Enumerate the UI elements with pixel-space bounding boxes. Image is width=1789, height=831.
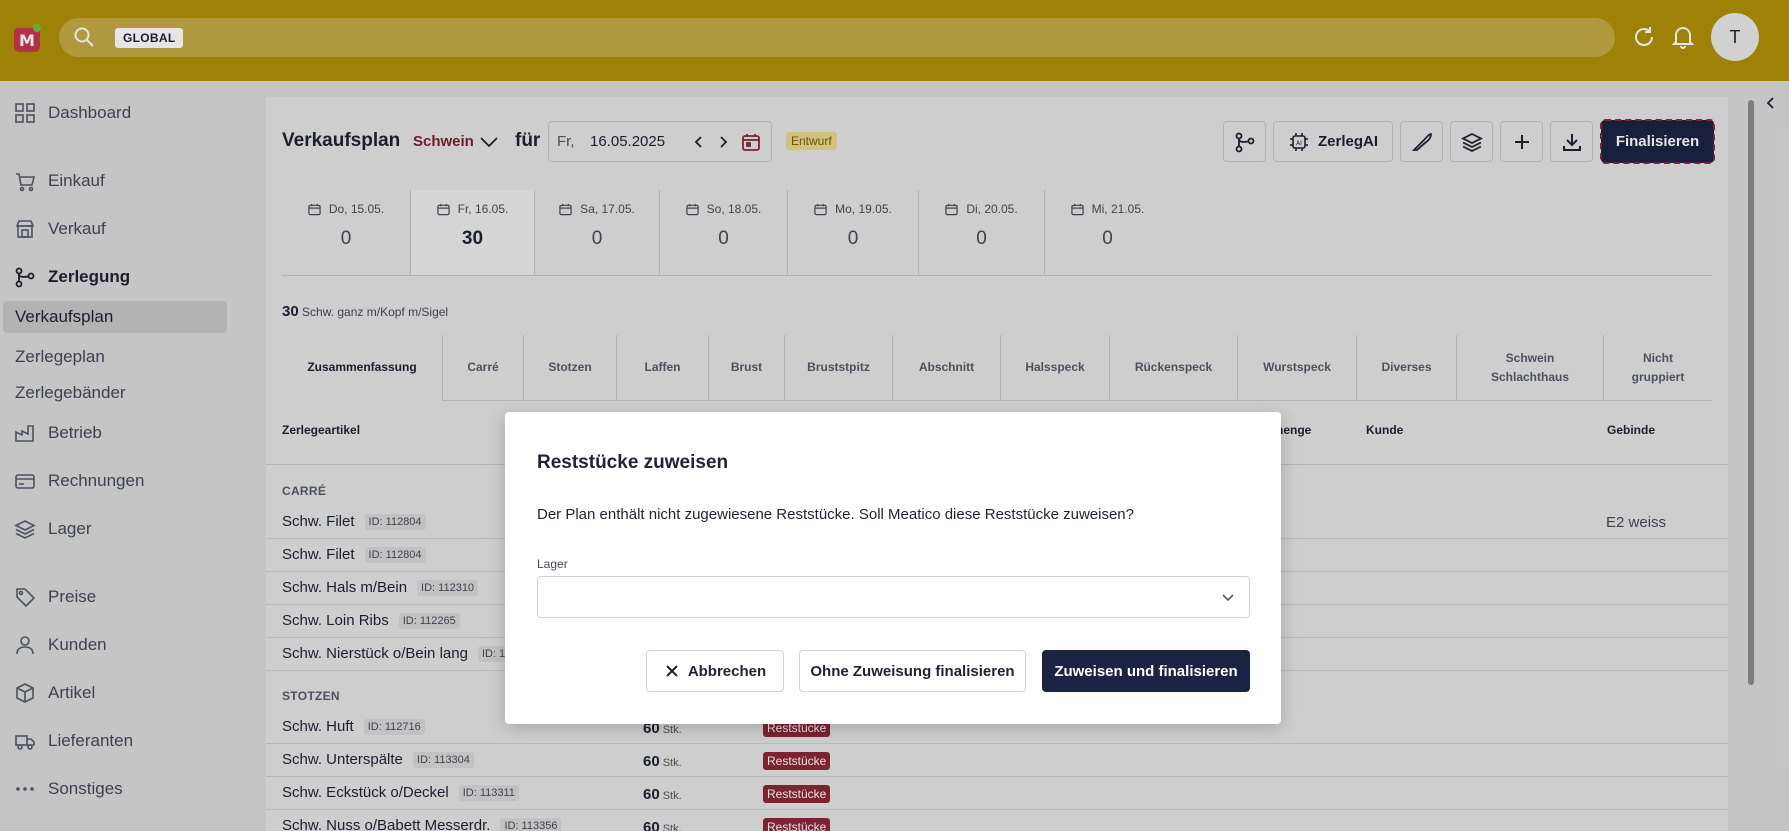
cancel-label: Abbrechen <box>687 662 767 680</box>
assign-leftovers-dialog: Reststücke zuweisen Der Plan enthält nic… <box>505 412 1281 724</box>
warehouse-select[interactable] <box>537 576 1250 618</box>
assign-and-finalize-button[interactable]: Zuweisen und finalisieren <box>1042 650 1250 692</box>
warehouse-field-label: Lager <box>537 557 568 571</box>
finalize-without-assignment-button[interactable]: Ohne Zuweisung finalisieren <box>799 650 1026 692</box>
dialog-message: Der Plan enthält nicht zugewiesene Rests… <box>537 506 1134 523</box>
chevron-down-icon <box>1222 594 1234 602</box>
dialog-title: Reststücke zuweisen <box>537 452 729 473</box>
cancel-button[interactable]: Abbrechen <box>646 650 784 692</box>
close-icon <box>666 665 678 677</box>
